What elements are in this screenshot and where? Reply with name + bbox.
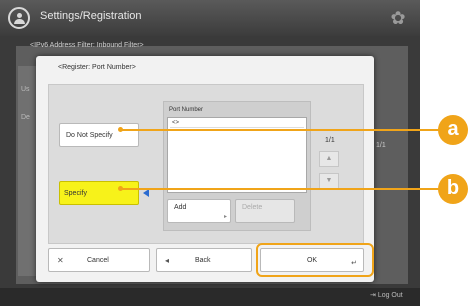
port-list-header: Port Number [169, 107, 204, 113]
background-item: Us [21, 86, 30, 93]
add-button[interactable]: Add ▸ [167, 199, 231, 223]
callout-b-badge: b [438, 174, 468, 204]
cancel-label: Cancel [87, 256, 109, 264]
scroll-up-button[interactable]: ▲ [319, 151, 339, 167]
close-icon: ✕ [57, 255, 64, 265]
dialog-title: <Register: Port Number> [58, 64, 136, 71]
callout-a-line [122, 129, 442, 131]
background-title: <IPv6 Address Filter: Inbound Filter> [30, 42, 144, 49]
arrow-down-icon: ▼ [325, 177, 333, 184]
dialog-content: Do Not Specify Specify Port Number <> 1/… [48, 84, 364, 244]
ok-highlight-ring [256, 243, 374, 277]
specify-button[interactable]: Specify [59, 181, 139, 205]
callout-a-badge: a [438, 115, 468, 145]
list-item[interactable]: <> [170, 120, 304, 128]
cancel-button[interactable]: ✕ Cancel [48, 248, 150, 272]
delete-button[interactable]: Delete [235, 199, 295, 223]
gear-icon[interactable]: ✿ [388, 8, 408, 28]
do-not-specify-button[interactable]: Do Not Specify [59, 123, 139, 147]
back-arrow-icon: ◂ [165, 255, 170, 265]
background-page-indicator: 1/1 [376, 142, 386, 149]
background-item: De [21, 114, 30, 121]
logout-icon: ⇥ [370, 292, 378, 299]
settings-person-icon [8, 7, 30, 29]
back-button[interactable]: ◂ Back [156, 248, 252, 272]
back-label: Back [195, 256, 211, 264]
scroll-down-button[interactable]: ▼ [319, 173, 339, 189]
page-indicator: 1/1 [325, 137, 335, 144]
add-label: Add [174, 204, 187, 211]
callout-b-line [122, 188, 442, 190]
app-title: Settings/Registration [40, 10, 142, 22]
status-bar [0, 288, 420, 306]
logout-button[interactable]: ⇥ Log Out [370, 291, 403, 299]
corner-icon: ▸ [223, 214, 227, 220]
delete-label: Delete [242, 204, 263, 211]
arrow-up-icon: ▲ [325, 155, 333, 162]
top-bar: Settings/Registration ✿ [0, 0, 420, 36]
selection-arrow-icon [143, 189, 149, 197]
